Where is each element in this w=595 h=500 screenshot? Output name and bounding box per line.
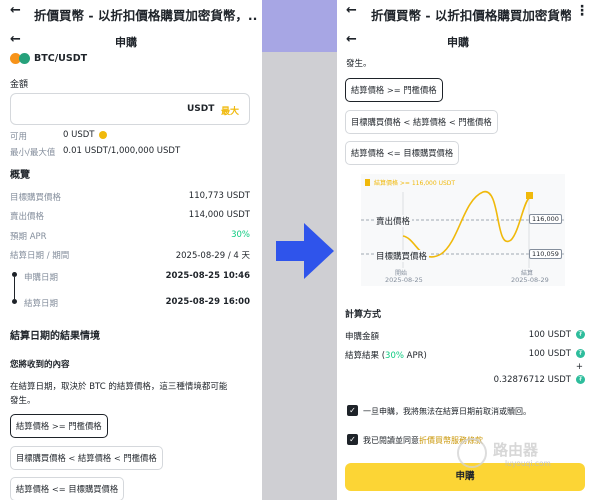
checkbox-checked-icon[interactable]: ✓ [347,405,358,416]
calc-title: 計算方式 [345,310,382,320]
overview-value: 2025-08-29 / 4 天 [175,251,250,261]
back-arrow-icon[interactable]: ← [346,32,357,47]
overview-label: 預期 APR [10,232,47,242]
terms-agree-prefix: 我已閱讀並同意 [363,436,419,445]
result-title: 結算日期的結果情境 [10,331,100,342]
back-arrow-icon[interactable]: ← [346,3,357,18]
watermark-url: luyouqi.com [505,459,551,468]
apr-value: 30% [231,230,250,240]
result-value: 100 USDT [528,349,571,359]
watermark-text: 路由器 [493,441,539,459]
checkbox-checked-icon[interactable]: ✓ [347,434,358,445]
scenario-chip[interactable]: 結算價格 <= 目標購買價格 [10,477,125,500]
back-arrow-icon[interactable]: ← [10,32,21,47]
badge-icon [365,179,370,186]
overview-label: 結算日期 / 期間 [10,251,70,261]
overview-value: 110,773 USDT [188,191,250,201]
timeline-dot [12,299,17,304]
sell-price-tag: 116,000 [529,214,562,224]
chart-badge: 結算價格 >= 116,000 USDT [374,180,456,187]
sub-amount-label: 申購金額 [345,332,380,342]
background-window-strip [260,0,340,52]
description: 發生。 [346,59,372,69]
terms-check-text: 一旦申購，我將無法在結算日期前取消或贖回。 [363,407,531,416]
router-logo-icon [457,438,487,468]
sell-price-label: 賣出價格 [374,215,413,227]
amount-unit: USDT [187,104,215,114]
scenario-chip[interactable]: 結算價格 >= 門檻價格 [10,414,108,438]
usdt-icon [19,53,30,64]
result-label-suffix: APR) [403,351,427,361]
page-title: 申購 [447,36,469,49]
overview-title: 概覽 [10,170,30,181]
scenario-chip[interactable]: 結算價格 >= 門檻價格 [345,78,443,102]
buy-price-tag: 110,059 [529,249,562,259]
overview-label: 賣出價格 [10,212,45,222]
description: 在結算日期，取決於 BTC 的結算價格，這三種情境都可能 [10,382,228,392]
chart-canvas [361,179,565,268]
available-value: 0 USDT [63,130,95,140]
amount-label: 金額 [10,80,29,90]
receive-title: 您將收到的內容 [10,360,70,370]
description: 發生。 [10,396,36,406]
plus-circle-icon[interactable] [99,131,107,139]
minmax-value: 0.01 USDT/1,000,000 USDT [63,146,181,156]
timeline-label: 結算日期 [24,299,59,309]
back-arrow-icon[interactable]: ← [10,3,21,18]
scenario-chip[interactable]: 目標購買價格 < 結算價格 < 門檻價格 [345,110,498,134]
usdt-icon: ₮ [576,349,585,358]
more-options-icon[interactable]: ⋮ [575,3,589,19]
settle-marker [526,192,533,199]
result-label-prefix: 結算結果 ( [345,351,386,361]
minmax-label: 最小/最大值 [10,148,56,158]
scenario-chip[interactable]: 目標購買價格 < 結算價格 < 門檻價格 [10,446,163,470]
page-title: 申購 [115,36,137,49]
start-date: 2025-08-25 [385,276,423,284]
overview-label: 目標購買價格 [10,193,62,203]
timeline-label: 申購日期 [24,273,59,283]
settle-date: 2025-08-29 [511,276,549,284]
right-phone-screen: ← 折價買幣 - 以折扣價格購買加密貨幣，... ⋮ ← 申購 發生。 結算價格… [337,0,595,500]
scenario-chart: 結算價格 >= 116,000 USDT 賣出價格 116,000 目標購買價格… [361,174,565,286]
timeline-value: 2025-08-29 16:00 [165,297,250,307]
app-title: 折價買幣 - 以折扣價格購買加密貨幣，... [371,8,571,23]
available-label: 可用 [10,132,28,142]
arrow-right-icon [276,223,334,279]
app-title: 折價買幣 - 以折扣價格購買加密貨幣，... [34,8,258,23]
pair-label: BTC/USDT [34,53,88,64]
sub-amount-value: 100 USDT [528,330,571,340]
usdt-icon: ₮ [576,330,585,339]
max-button[interactable]: 最大 [221,104,239,117]
result-apr: 30% [385,351,404,361]
scenario-chip[interactable]: 結算價格 <= 目標購買價格 [345,141,460,165]
result-label: 結算結果 (30% APR) [345,349,427,361]
overview-value: 114,000 USDT [188,210,250,220]
price-path [402,191,530,258]
result-interest-value: 0.32876712 USDT [493,375,571,385]
arrow-right-icon [276,223,334,279]
timeline-value: 2025-08-25 10:46 [165,271,250,281]
left-phone-screen: ← 折價買幣 - 以折扣價格購買加密貨幣，... ← 申購 BTC/USDT 金… [0,0,262,500]
usdt-icon: ₮ [576,375,585,384]
buy-price-label: 目標購買價格 [374,250,430,262]
plus-sign: + [575,362,583,372]
timeline-line [14,277,15,299]
